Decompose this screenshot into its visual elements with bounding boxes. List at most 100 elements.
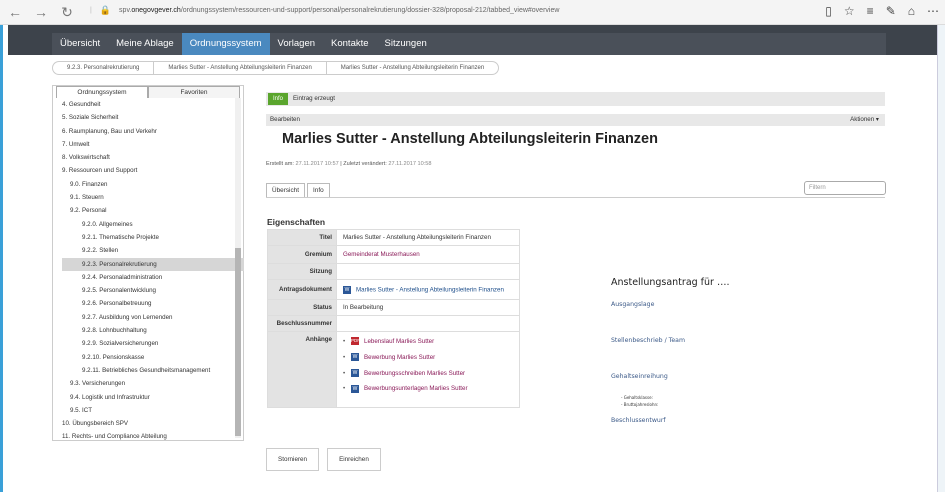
word-icon: W [351,353,359,362]
form-buttons: Stornieren Einreichen [266,448,381,471]
tab-favoriten[interactable]: Favoriten [148,86,240,98]
preview-bullet: - Bruttojahreslohn: [621,402,659,407]
word-icon: W [343,285,351,294]
preview-section: Stellenbeschrieb / Team [611,337,685,344]
share-icon[interactable]: ⌂ [908,4,915,18]
preview-heading: Anstellungsantrag für …. [611,277,730,288]
einreichen-button[interactable]: Einreichen [327,448,381,471]
forward-icon[interactable]: → [30,4,52,20]
sidebar-tree-item[interactable]: 9.2.5. Personalentwicklung [62,284,240,297]
edit-link[interactable]: Bearbeiten [270,116,300,123]
preview-bullet: - Gehaltsklasse: [621,395,653,400]
filter-input[interactable]: Filtern [804,181,886,195]
tab-ordnungssystem[interactable]: Ordnungssystem [56,86,148,98]
nav-kontakte[interactable]: Kontakte [323,33,377,55]
nav-vorlagen[interactable]: Vorlagen [270,33,324,55]
stornieren-button[interactable]: Stornieren [266,448,320,471]
sidebar-tree-item[interactable]: 7. Umwelt [62,138,240,151]
content-tabs: Übersicht Info [266,183,332,198]
nav-sitzungen[interactable]: Sitzungen [377,33,435,55]
sidebar-tree-item[interactable]: 11. Rechts- und Compliance Abteilung [62,430,240,443]
document-meta: Erstellt am: 27.11.2017 10:57 | Zuletzt … [266,161,432,167]
sidebar-tree-item[interactable]: 9.2.2. Stellen [62,244,240,257]
sidebar-tree-item[interactable]: 9.2.1. Thematische Projekte [62,231,240,244]
back-icon[interactable]: ← [4,4,26,20]
sidebar-tree-item[interactable]: 9.0. Finanzen [62,178,240,191]
page-title: Marlies Sutter - Anstellung Abteilungsle… [282,131,658,147]
sidebar-tree-item[interactable]: 9.2. Personal [62,204,240,217]
prop-value-beschlussnummer [336,315,520,332]
breadcrumb-item[interactable]: 9.2.3. Personalrekrutierung [52,61,154,75]
antragsdokument-link[interactable]: Marlies Sutter - Anstellung Abteilungsle… [356,286,504,293]
page: Übersicht Meine Ablage Ordnungssystem Vo… [0,25,945,492]
page-scrollbar[interactable] [937,25,945,492]
prop-label: Anhänge [267,331,337,408]
reading-view-icon[interactable]: ▯ [825,4,832,18]
document-preview: Anstellungsantrag für …. Ausgangslage St… [611,277,871,424]
tab-divider [266,197,885,198]
sidebar-tree-item[interactable]: 9.2.0. Allgemeines [62,218,240,231]
prop-label: Beschlussnummer [267,315,337,332]
refresh-icon[interactable]: ↻ [56,4,78,21]
prop-label: Status [267,299,337,316]
info-badge: Info [268,93,289,105]
sidebar-tree-item[interactable]: 9.2.3. Personalrekrutierung [62,257,244,271]
hub-icon[interactable]: ≡ [867,4,874,18]
sidebar-tree-item[interactable]: 9.2.8. Lohnbuchhaltung [62,324,240,337]
prop-label: Antragsdokument [267,279,337,300]
tab-uebersicht[interactable]: Übersicht [266,183,305,198]
preview-section: Gehaltseinreihung [611,373,668,380]
sidebar-tree-item[interactable]: 4. Gesundheit [62,98,240,111]
attachment-link[interactable]: Lebenslauf Marlies Sutter [364,338,434,345]
sidebar-tree-item[interactable]: 10. Übungsbereich SPV [62,417,240,430]
sidebar-tree-item[interactable]: 9.2.9. Sozialversicherungen [62,337,240,350]
modified-value: 27.11.2017 10:58 [388,161,432,167]
attachment-link[interactable]: Bewerbungsschreiben Marlies Sutter [364,370,465,377]
attachment-item: • PDF Lebenslauf Marlies Sutter [343,337,435,346]
created-value: 27.11.2017 10:57 [295,161,339,167]
sidebar-tree-item[interactable]: 9.4. Logistik und Infrastruktur [62,391,240,404]
sidebar-tree-item[interactable]: 9.2.10. Pensionskasse [62,351,240,364]
lock-icon: 🔒 [99,5,112,15]
properties-table: Titel Marlies Sutter - Anstellung Abteilu… [267,229,520,408]
sidebar-tree-item[interactable]: 6. Raumplanung, Bau und Verkehr [62,125,240,138]
sidebar-tree-item[interactable]: 9. Ressourcen und Support [62,164,240,177]
properties-heading: Eigenschaften [267,217,326,227]
attachments-list: • PDF Lebenslauf Marlies Sutter • W Bewerbun… [343,334,513,397]
prop-value-titel: Marlies Sutter - Anstellung Abteilungsle… [336,229,520,246]
more-icon[interactable]: ⋯ [927,4,939,18]
nav-meine-ablage[interactable]: Meine Ablage [108,33,182,55]
breadcrumb-item[interactable]: Marlies Sutter - Anstellung Abteilungsle… [153,61,326,75]
modified-label: Zuletzt verändert: [343,161,387,167]
tab-info[interactable]: Info [307,183,330,198]
breadcrumb-item-current: Marlies Sutter - Anstellung Abteilungsle… [325,61,500,75]
address-bar[interactable]: | 🔒 spv. onegovgever.ch/ordnungssystem/re… [90,5,559,16]
attachment-item: • W Bewerbungsunterlagen Marlies Sutter [343,384,468,393]
sidebar-tree-item[interactable]: 9.2.4. Personaladministration [62,271,240,284]
sidebar-scrollbar[interactable] [235,98,241,438]
window-edge [0,25,3,492]
sidebar-tree-item[interactable]: 9.2.7. Ausbildung von Lernenden [62,311,240,324]
sidebar-tree-item[interactable]: 9.3. Versicherungen [62,377,240,390]
sidebar-tree-item[interactable]: 9.2.6. Personalbetreuung [62,297,240,310]
url-prefix: spv. [119,7,132,14]
prop-label: Titel [267,229,337,246]
prop-value-sitzung [336,263,520,280]
edit-bar: Bearbeiten Aktionen ▾ [266,114,885,126]
attachment-link[interactable]: Bewerbung Marlies Sutter [364,354,435,361]
attachment-link[interactable]: Bewerbungsunterlagen Marlies Sutter [364,385,468,392]
sidebar-tree-item[interactable]: 8. Volkswirtschaft [62,151,240,164]
sidebar-tree-item[interactable]: 9.1. Steuern [62,191,240,204]
preview-section: Ausgangslage [611,301,655,308]
nav-ordnungssystem[interactable]: Ordnungssystem [181,33,270,55]
status-text: Eintrag erzeugt [293,95,335,102]
favorite-star-icon[interactable]: ☆ [844,4,855,18]
scrollbar-thumb[interactable] [235,248,241,436]
sidebar-tree-item[interactable]: 5. Soziale Sicherheit [62,111,240,124]
sidebar-tree-item[interactable]: 9.5. ICT [62,404,240,417]
gremium-link[interactable]: Gemeinderat Musterhausen [343,251,420,258]
nav-uebersicht[interactable]: Übersicht [52,33,108,55]
actions-menu[interactable]: Aktionen ▾ [850,114,879,126]
sidebar-tree-item[interactable]: 9.2.11. Betriebliches Gesundheitsmanagem… [62,364,240,377]
web-note-icon[interactable]: ✎ [886,4,896,18]
